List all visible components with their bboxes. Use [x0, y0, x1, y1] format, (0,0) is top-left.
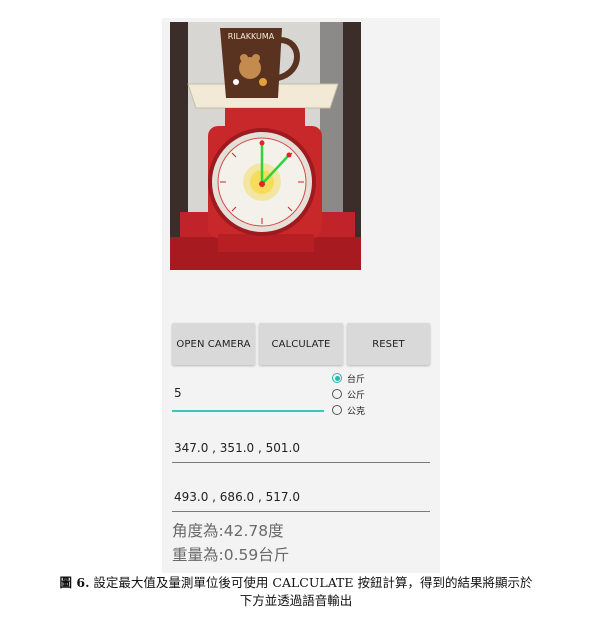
caption-line-2: 下方並透過語音輸出	[239, 593, 353, 608]
radio-unchecked-icon	[332, 405, 342, 415]
mug-brand-text: RILAKKUMA	[228, 32, 275, 41]
calculate-button[interactable]: CALCULATE	[259, 323, 343, 365]
reset-button[interactable]: RESET	[347, 323, 430, 365]
radio-checked-icon	[332, 373, 342, 383]
caption-label: 圖 6.	[59, 575, 90, 590]
weight-result: 重量為:0.59台斤	[172, 546, 290, 564]
unit-radio-gram[interactable]: 公克	[332, 403, 365, 417]
unit-radio-label: 公克	[347, 406, 366, 417]
camera-photo: RILAKKUMA	[170, 22, 361, 270]
open-camera-button[interactable]: OPEN CAMERA	[172, 323, 255, 365]
caption-line-1: 設定最大值及量測單位後可使用 CALCULATE 按鈕計算，得到的結果將顯示於	[93, 575, 533, 590]
unit-radio-label: 公斤	[347, 390, 366, 401]
angle-result: 角度為:42.78度	[172, 522, 284, 540]
unit-radio-kilogram[interactable]: 公斤	[332, 387, 365, 401]
coordinates-field-2[interactable]: 493.0 , 686.0 , 517.0	[172, 482, 430, 512]
coordinates-field-1[interactable]: 347.0 , 351.0 , 501.0	[172, 433, 430, 463]
max-value-input[interactable]: 5	[172, 386, 324, 412]
unit-radio-taijin[interactable]: 台斤	[332, 371, 365, 385]
unit-radio-label: 台斤	[347, 374, 366, 385]
radio-unchecked-icon	[332, 389, 342, 399]
figure-caption: 圖 6. 設定最大值及量測單位後可使用 CALCULATE 按鈕計算，得到的結果…	[0, 574, 592, 610]
